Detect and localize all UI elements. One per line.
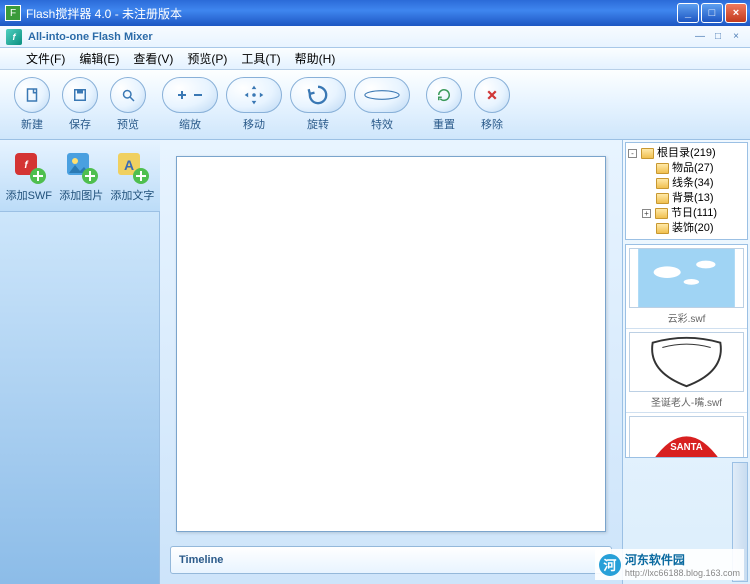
menu-edit[interactable]: 编辑(E) (79, 50, 119, 67)
thumbnail-preview (629, 248, 744, 308)
collapse-icon[interactable]: - (628, 149, 637, 158)
center-panel: Timeline (160, 140, 622, 584)
outer-titlebar: F Flash搅拌器 4.0 - 未注册版本 _ □ × (0, 0, 750, 26)
folder-icon (641, 148, 654, 159)
canvas[interactable] (176, 156, 606, 532)
effect-button[interactable]: 特效 (350, 77, 414, 132)
move-button[interactable]: 移动 (222, 77, 286, 132)
new-button[interactable]: 新建 (8, 77, 56, 132)
effect-label: 特效 (371, 116, 393, 132)
timeline-wrap: Timeline (160, 542, 622, 584)
mdi-controls: — □ × (692, 30, 744, 44)
rotate-button[interactable]: 旋转 (286, 77, 350, 132)
layer-list[interactable] (0, 212, 160, 584)
tree-item-label: 物品(27) (672, 161, 714, 176)
preview-button[interactable]: 预览 (104, 77, 152, 132)
tree-item-label: 节日(111) (671, 206, 717, 221)
asset-tree[interactable]: - 根目录(219) 物品(27)线条(34)背景(13) + 节日(111)装饰(2… (625, 142, 748, 240)
mdi-maximize-button[interactable]: □ (710, 30, 726, 44)
tree-root-label: 根目录(219) (657, 146, 716, 161)
thumbnail-label: 圣诞老人-嘴.swf (651, 398, 722, 409)
folder-icon (656, 178, 669, 189)
tree-item[interactable]: 背景(13) (628, 191, 745, 206)
add-swf-button[interactable]: f 添加SWF (6, 149, 52, 203)
thumbnail-preview (629, 332, 744, 392)
window-controls: _ □ × (677, 3, 750, 23)
watermark-logo-icon: 河 (599, 554, 621, 576)
add-image-button[interactable]: 添加图片 (59, 149, 103, 203)
watermark-blog: http://lxc66188.blog.163.com (625, 568, 740, 578)
svg-text:A: A (124, 157, 134, 173)
watermark: 河 河东软件园 http://lxc66188.blog.163.com (595, 549, 744, 580)
add-toolbar: f 添加SWF 添加图片 A 添加文字 (0, 140, 160, 212)
thumbnail-preview: SANTA (629, 416, 744, 458)
watermark-name: 河东软件园 (625, 553, 685, 567)
save-label: 保存 (69, 116, 91, 132)
tree-item-label: 线条(34) (672, 176, 714, 191)
timeline[interactable]: Timeline (170, 546, 612, 574)
new-label: 新建 (21, 116, 43, 132)
window-title: Flash搅拌器 4.0 - 未注册版本 (26, 5, 182, 22)
tree-item[interactable]: 装饰(20) (628, 221, 745, 236)
folder-icon (655, 208, 668, 219)
zoom-button[interactable]: 缩放 (158, 77, 222, 132)
toolbar: 新建 保存 预览 缩放 移动 旋转 特效 重置 (0, 70, 750, 140)
app-title: All-into-one Flash Mixer (28, 31, 153, 43)
mdi-close-button[interactable]: × (728, 30, 744, 44)
add-text-label: 添加文字 (110, 187, 154, 203)
folder-icon (656, 223, 669, 234)
menu-help[interactable]: 帮助(H) (295, 50, 336, 67)
left-panel: f 添加SWF 添加图片 A 添加文字 (0, 140, 160, 584)
menu-file[interactable]: 文件(F) (26, 50, 65, 67)
add-text-button[interactable]: A 添加文字 (110, 149, 154, 203)
timeline-label: Timeline (179, 554, 223, 566)
reset-button[interactable]: 重置 (420, 77, 468, 132)
tree-item-label: 背景(13) (672, 191, 714, 206)
menubar: 文件(F) 编辑(E) 查看(V) 预览(P) 工具(T) 帮助(H) (0, 48, 750, 70)
right-panel: - 根目录(219) 物品(27)线条(34)背景(13) + 节日(111)装饰(2… (622, 140, 750, 584)
canvas-wrap (160, 140, 622, 542)
app-logo-icon: f (6, 29, 22, 45)
workspace: f 添加SWF 添加图片 A 添加文字 Timeline (0, 140, 750, 584)
rotate-label: 旋转 (307, 116, 329, 132)
close-button[interactable]: × (725, 3, 747, 23)
tree-item[interactable]: 物品(27) (628, 161, 745, 176)
svg-text:SANTA: SANTA (670, 442, 703, 453)
menu-tools[interactable]: 工具(T) (241, 50, 280, 67)
thumbnail-item[interactable]: SANTA圣诞老人-帽子.swf (626, 413, 747, 458)
tree-item[interactable]: 线条(34) (628, 176, 745, 191)
tree-root[interactable]: - 根目录(219) (628, 146, 745, 161)
mdi-minimize-button[interactable]: — (692, 30, 708, 44)
folder-icon (656, 193, 669, 204)
preview-label: 预览 (117, 116, 139, 132)
tree-item[interactable]: + 节日(111) (628, 206, 745, 221)
remove-button[interactable]: 移除 (468, 77, 516, 132)
remove-label: 移除 (481, 116, 503, 132)
thumbnail-list[interactable]: 云彩.swf 圣诞老人-嘴.swf SANTA圣诞老人-帽子.swf (625, 244, 748, 458)
menu-preview[interactable]: 预览(P) (187, 50, 227, 67)
zoom-label: 缩放 (179, 116, 201, 132)
thumbnail-item[interactable]: 云彩.swf (626, 245, 747, 329)
app-header: f All-into-one Flash Mixer — □ × (0, 26, 750, 48)
folder-icon (656, 163, 669, 174)
thumbnail-label: 云彩.swf (668, 314, 706, 325)
minimize-button[interactable]: _ (677, 3, 699, 23)
add-image-label: 添加图片 (59, 187, 103, 203)
menu-view[interactable]: 查看(V) (133, 50, 173, 67)
tree-item-label: 装饰(20) (672, 221, 714, 236)
app-icon: F (5, 5, 21, 21)
maximize-button[interactable]: □ (701, 3, 723, 23)
expand-icon[interactable]: + (642, 209, 651, 218)
reset-label: 重置 (433, 116, 455, 132)
thumbnail-item[interactable]: 圣诞老人-嘴.swf (626, 329, 747, 413)
move-label: 移动 (243, 116, 265, 132)
add-swf-label: 添加SWF (6, 187, 52, 203)
app-frame: f All-into-one Flash Mixer — □ × 文件(F) 编… (0, 26, 750, 584)
save-button[interactable]: 保存 (56, 77, 104, 132)
